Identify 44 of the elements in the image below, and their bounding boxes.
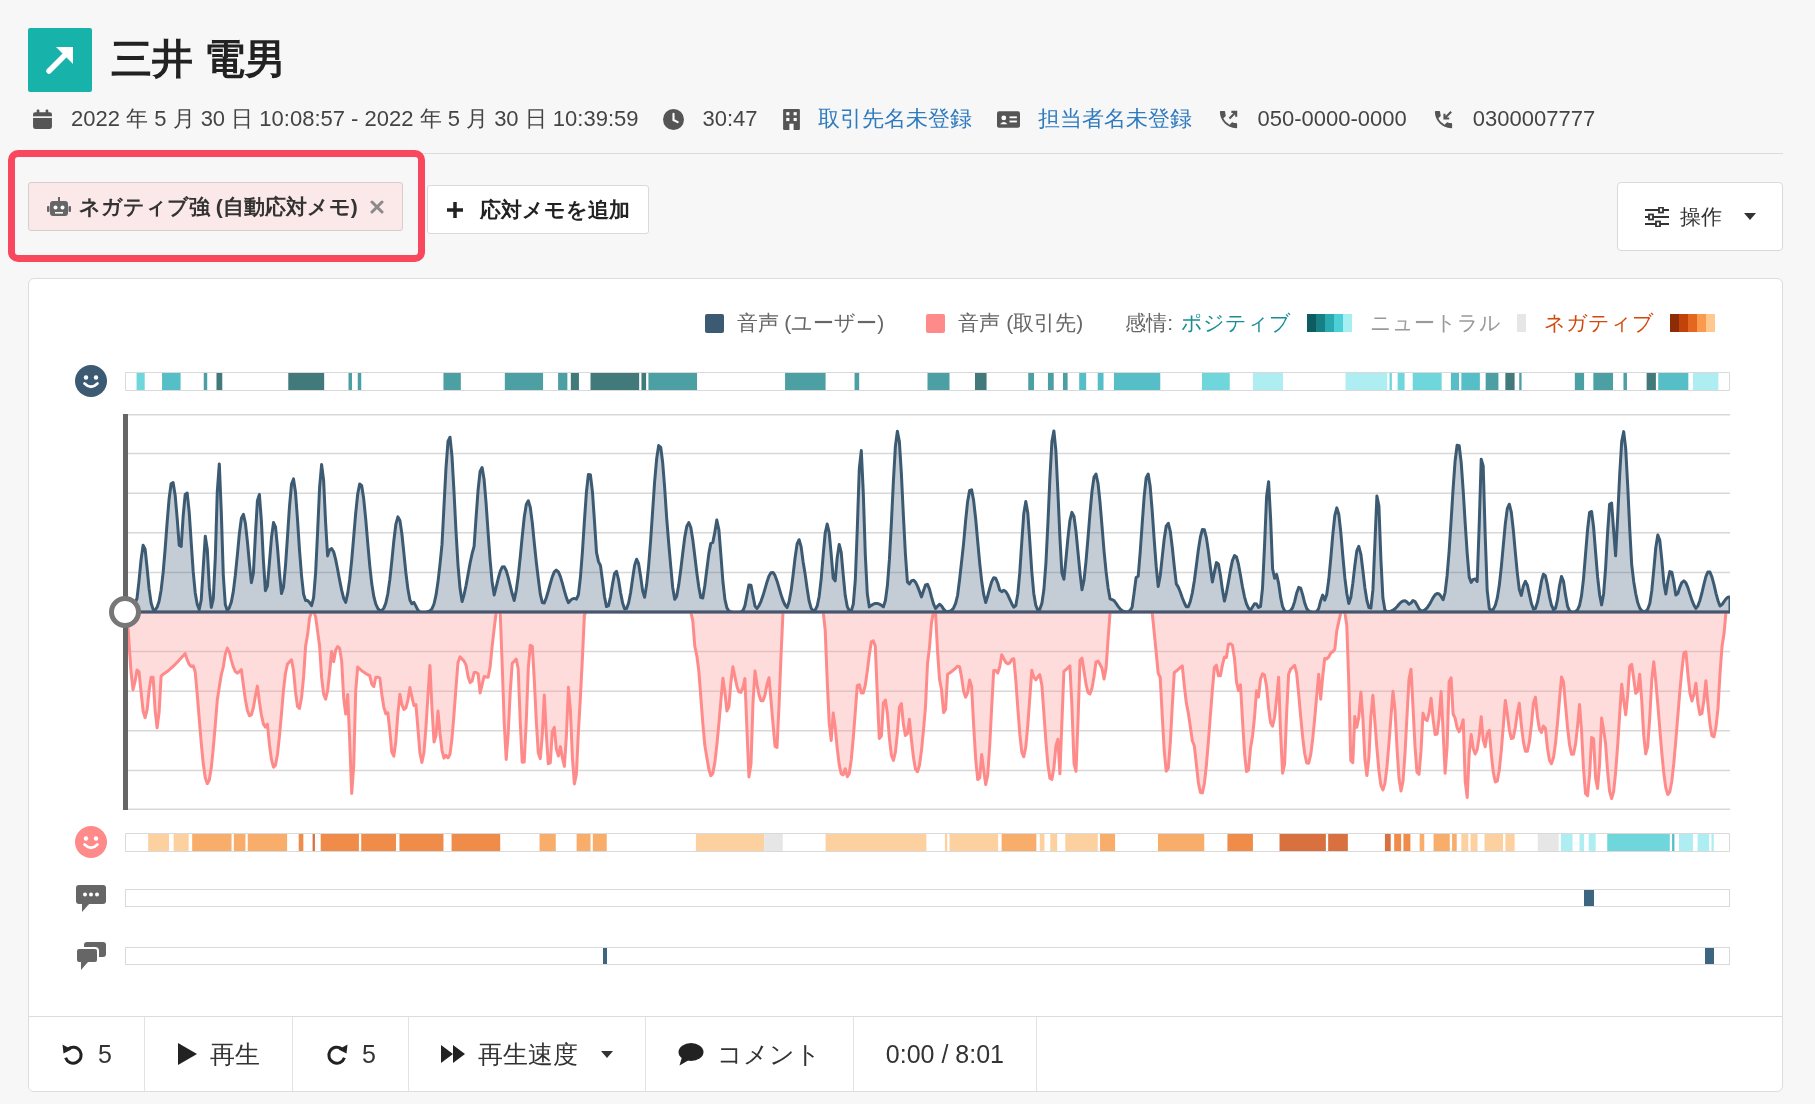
plus-icon [445, 200, 464, 219]
speech-bubble-icon [76, 884, 106, 912]
clockwise-arrow-icon [324, 1042, 349, 1066]
robot-icon [47, 196, 71, 217]
page-title: 三井 電男 [111, 37, 287, 83]
chat-bubbles-icon [76, 942, 106, 970]
legend-label: 音声 (取引先) [958, 310, 1084, 336]
marker-icon[interactable] [1704, 948, 1714, 964]
caret-icon [1744, 213, 1756, 220]
building-icon [782, 108, 800, 130]
gradient-swatch-icon [1670, 314, 1715, 332]
rewind-button[interactable]: 5 [29, 1017, 145, 1091]
calendar-icon [32, 108, 53, 130]
marker-icon[interactable] [1584, 890, 1595, 906]
smiley-icon [75, 365, 107, 397]
legend-label: 感情: [1125, 310, 1173, 336]
legend-label: ニュートラル [1370, 310, 1501, 336]
clock-icon [663, 108, 685, 130]
remove-icon[interactable] [369, 199, 384, 214]
fast-forward-icon [440, 1045, 465, 1063]
speech-bubble-icon [677, 1042, 704, 1066]
id-card-icon [996, 110, 1020, 128]
counterclockwise-arrow-icon [61, 1042, 85, 1066]
company-name-link[interactable]: 取引先名未登録 [817, 105, 972, 133]
arrow-up-right-icon [28, 28, 92, 92]
caller-number: 050-0000-0000 [1257, 105, 1407, 133]
caret-icon [600, 1050, 613, 1058]
call-time-range: 2022 年 5 月 30 日 10:08:57 - 2022 年 5 月 30 日 10:39:59 [71, 105, 639, 133]
legend-label: 音声 (ユーザー) [736, 310, 885, 336]
play-icon [176, 1042, 197, 1066]
callee-number: 0300007777 [1472, 105, 1596, 133]
tag-label: ネガティブ強 (自動応対メモ) [79, 193, 358, 220]
call-duration: 30:47 [702, 105, 758, 133]
swatch-icon [1517, 314, 1526, 332]
actions-button[interactable]: 操作 [1617, 182, 1783, 251]
smiley-icon [75, 826, 107, 858]
playhead-handle[interactable] [109, 596, 141, 628]
marker-icon[interactable] [602, 948, 607, 964]
add-memo-button[interactable]: 応対メモを追加 [426, 185, 649, 234]
contact-name-link[interactable]: 担当者名未登録 [1037, 105, 1192, 133]
legend-label: ポジティブ [1181, 310, 1291, 336]
sliders-icon [1644, 206, 1670, 227]
gradient-swatch-icon [1307, 314, 1352, 332]
legend-label: ネガティブ [1544, 310, 1654, 336]
